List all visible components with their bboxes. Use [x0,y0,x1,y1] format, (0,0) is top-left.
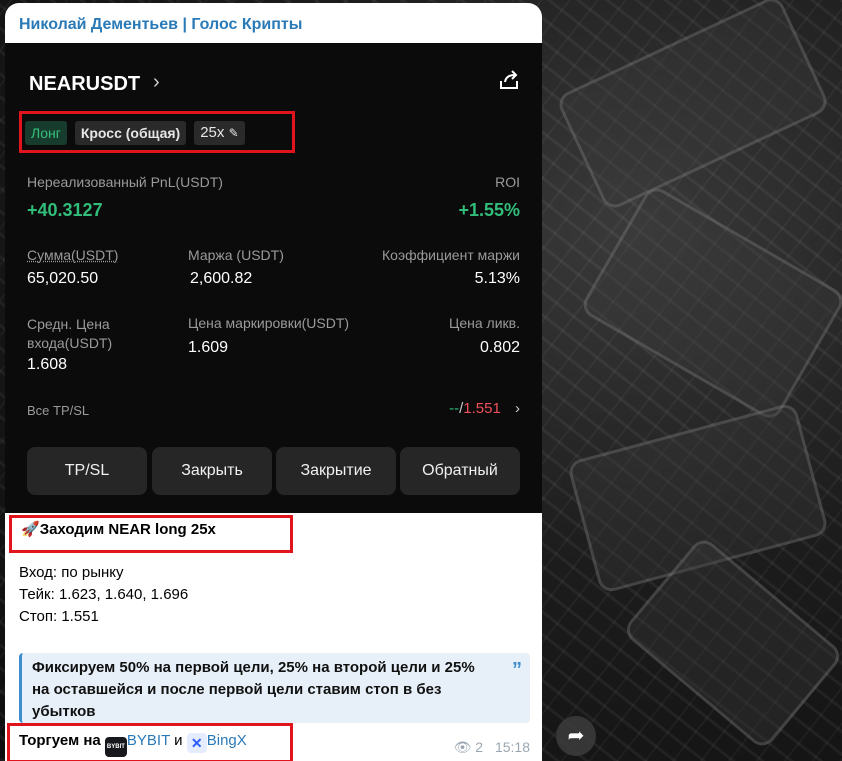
message-meta: 👁 2 15:18 [454,739,530,756]
view-count: 2 [475,739,483,755]
pnl-value: +40.3127 [27,200,103,221]
highlight-box [19,111,295,153]
background-banknote [555,0,831,212]
size-label: Сумма(USDT) [27,247,118,263]
liq-price-value: 0.802 [480,339,520,357]
chevron-right-icon: › [153,71,160,94]
background-banknote [579,183,842,422]
quote-text: Фиксируем 50% на первой цели, 25% на вто… [32,657,492,723]
stop-line: Стоп: 1.551 [19,608,99,625]
entry-line: Вход: по рынку [19,564,124,581]
take-line: Тейк: 1.623, 1.640, 1.696 [19,586,188,603]
close-button[interactable]: Закрыть [152,447,272,495]
chevron-right-icon: › [515,400,520,417]
sl-value: 1.551 [463,400,501,417]
quote-icon: ” [512,659,522,682]
entry-price-label: Средн. Цена входа(USDT) [27,315,137,353]
mark-price-label: Цена маркировки(USDT) [188,315,349,331]
quote-block: Фиксируем 50% на первой цели, 25% на вто… [19,653,530,723]
position-screenshot[interactable]: NEARUSDT › Лонг Кросс (общая) 25x ✎ Нере… [5,43,542,513]
message-time: 15:18 [495,739,530,755]
close-all-button[interactable]: Закрытие [276,447,396,495]
pnl-label: Нереализованный PnL(USDT) [27,174,223,190]
reverse-button[interactable]: Обратный [400,447,520,495]
margin-ratio-label: Коэффициент маржи [382,247,520,263]
forward-arrow-icon: ➦ [568,725,585,747]
margin-value: 2,600.82 [190,270,252,288]
forward-button[interactable]: ➦ [556,716,596,756]
highlight-box [9,515,293,553]
size-value: 65,020.50 [27,270,98,288]
eye-icon: 👁 [454,739,472,755]
highlight-box [7,723,293,761]
margin-ratio-value: 5.13% [475,270,520,288]
channel-title[interactable]: Николай Дементьев | Голос Крипты [19,16,302,34]
roi-label: ROI [495,174,520,190]
tpsl-button[interactable]: TP/SL [27,447,147,495]
margin-label: Маржа (USDT) [188,247,284,263]
tpsl-row-values[interactable]: --/1.551 › [449,400,520,417]
tpsl-label: Все TP/SL [27,403,89,418]
liq-price-label: Цена ликв. [449,315,520,331]
roi-value: +1.55% [458,200,520,221]
share-icon [498,69,520,91]
tp-value: -- [449,400,459,417]
message-card: Николай Дементьев | Голос Крипты NEARUSD… [5,3,542,761]
pair-name: NEARUSDT [29,73,140,96]
mark-price-value: 1.609 [188,339,228,357]
entry-price-value: 1.608 [27,356,67,374]
